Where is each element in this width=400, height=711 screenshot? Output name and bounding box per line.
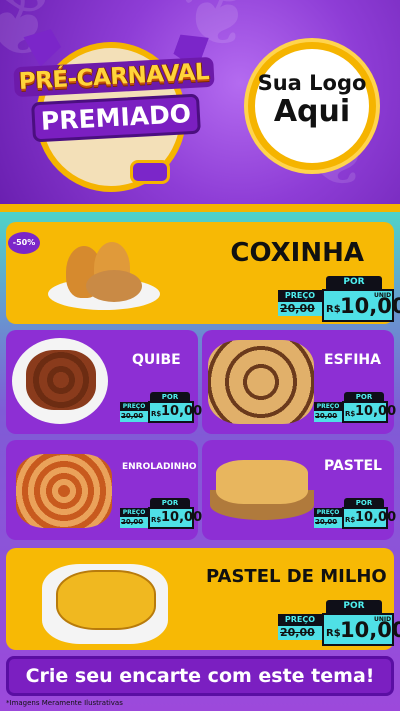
unit-label: UNID xyxy=(374,616,392,623)
header-banner: ❦ ❦ ❦ PRÉ-CARNAVAL PREMIADO Sua Logo Aqu… xyxy=(0,0,400,208)
new-price: 10,00 xyxy=(161,404,203,419)
price-preco-label: PREÇO xyxy=(278,290,322,302)
price-preco-label: PREÇO xyxy=(278,614,322,626)
old-price: 20,00 xyxy=(121,412,144,420)
product-card-pastel: PASTEL POR PREÇO 20,00 R$ 10,00 xyxy=(202,440,397,540)
currency-label: R$ xyxy=(151,516,162,524)
currency-label: R$ xyxy=(326,304,341,315)
disclaimer-text: *Imagens Meramente Ilustrativas xyxy=(6,699,123,707)
product-name: PASTEL xyxy=(324,458,382,474)
currency-label: R$ xyxy=(151,410,162,418)
quibe-image xyxy=(26,350,96,410)
old-price: 20,00 xyxy=(280,626,315,639)
esfiha-image xyxy=(208,340,314,424)
price-preco-label: PREÇO xyxy=(120,508,148,517)
cta-banner[interactable]: Crie seu encarte com este tema! xyxy=(6,656,394,696)
old-price: 20,00 xyxy=(121,518,144,526)
product-card-quibe: QUIBE POR PREÇO 20,00 R$ 10,00 xyxy=(6,330,202,434)
price-preco-label: PREÇO xyxy=(314,402,342,411)
product-name: QUIBE xyxy=(132,352,181,368)
discount-badge: -50% xyxy=(8,232,40,254)
logo-text-bottom: Aqui xyxy=(273,94,351,129)
price-por-label: POR xyxy=(326,600,382,613)
price-preco-label: PREÇO xyxy=(314,508,342,517)
header-divider xyxy=(0,204,400,212)
new-price: 10,00 xyxy=(355,510,397,525)
product-card-enroladinho: ENROLADINHO POR PREÇO 20,00 R$ 10,00 xyxy=(6,440,202,540)
logo-placeholder: Sua Logo Aqui xyxy=(248,42,376,170)
product-name: ESFIHA xyxy=(324,352,381,368)
pastel-image xyxy=(216,460,308,504)
currency-label: R$ xyxy=(326,628,341,639)
old-price: 20,00 xyxy=(315,412,338,420)
logo-text-top: Sua Logo xyxy=(257,71,367,95)
enroladinho-image xyxy=(16,454,112,528)
pastel-de-milho-image xyxy=(56,570,156,630)
product-name: ENROLADINHO xyxy=(122,462,197,472)
drum-icon xyxy=(130,160,170,184)
coxinha-image xyxy=(86,270,142,302)
old-price: 20,00 xyxy=(315,518,338,526)
old-price: 20,00 xyxy=(280,302,315,315)
new-price: 10,00 xyxy=(161,510,203,525)
currency-label: R$ xyxy=(345,516,356,524)
currency-label: R$ xyxy=(345,410,356,418)
product-card-featured: COXINHA POR PREÇO 20,00 R$ 10,00 UNID xyxy=(6,222,400,324)
product-name: PASTEL DE MILHO xyxy=(206,566,387,587)
product-card-esfiha: ESFIHA POR PREÇO 20,00 R$ 10,00 xyxy=(202,330,397,434)
price-por-label: POR xyxy=(326,276,382,289)
product-name: COXINHA xyxy=(230,238,364,268)
new-price: 10,00 xyxy=(355,404,397,419)
price-preco-label: PREÇO xyxy=(120,402,148,411)
product-card-pastel-de-milho: PASTEL DE MILHO POR PREÇO 20,00 R$ 10,00… xyxy=(6,548,400,650)
unit-label: UNID xyxy=(374,292,392,299)
